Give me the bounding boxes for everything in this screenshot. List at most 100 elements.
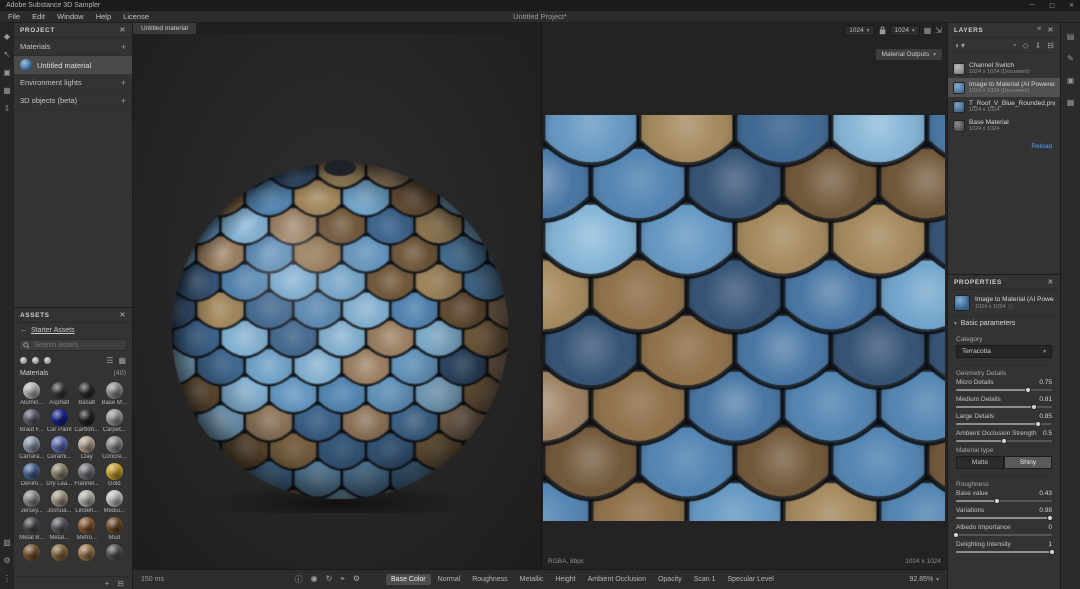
add-asset-icon[interactable]: + xyxy=(105,579,110,588)
viewport-settings-icon[interactable]: ⚙ xyxy=(353,574,360,585)
layers-close-icon[interactable]: ✕ xyxy=(1048,26,1054,34)
height-dropdown[interactable]: 1024▾ xyxy=(890,25,920,36)
asset-item-25[interactable] xyxy=(46,544,74,562)
delete-layer-icon[interactable]: ⊟ xyxy=(1047,41,1054,50)
layer-row-t-roof-v-blue-rounded-png[interactable]: T_Roof_V_Blue_Rounded.png1024 x 1024 xyxy=(948,97,1060,116)
assets-materials-section[interactable]: Materials (40) xyxy=(14,367,132,380)
menu-help[interactable]: Help xyxy=(96,12,111,21)
asset-basalt[interactable]: Basalt xyxy=(73,382,101,406)
slider-handle[interactable] xyxy=(1031,404,1037,410)
slider-track[interactable] xyxy=(956,440,1052,442)
asset-clay[interactable]: Clay xyxy=(73,436,101,460)
back-arrow-icon[interactable]: ← xyxy=(20,327,27,334)
more-icon[interactable]: ⋮ xyxy=(3,575,11,583)
asset-asphalt[interactable]: Asphalt xyxy=(46,382,74,406)
tab-untitled-material[interactable]: Untitled material xyxy=(133,23,196,34)
asset-metal-b[interactable]: Metal B... xyxy=(18,517,46,541)
channel-tab-base-color[interactable]: Base Color xyxy=(386,574,431,585)
zoom-level-dropdown[interactable]: 92.85% ▾ xyxy=(909,576,939,583)
material-outputs-dropdown[interactable]: Material Outputs ▾ xyxy=(876,49,942,60)
asset-denim[interactable]: Denim... xyxy=(18,463,46,487)
select-tool-icon[interactable]: ↖ xyxy=(4,51,11,59)
slider-handle[interactable] xyxy=(1035,421,1041,427)
asset-gold[interactable]: Gold xyxy=(101,463,129,487)
asset-alumin[interactable]: Alumin... xyxy=(18,382,46,406)
slider-track[interactable] xyxy=(956,389,1052,391)
slider-handle[interactable] xyxy=(1001,438,1007,444)
sampler-home-icon[interactable]: ◆ xyxy=(4,33,10,41)
channel-tab-roughness[interactable]: Roughness xyxy=(467,574,512,585)
menu-license[interactable]: License xyxy=(123,12,149,21)
basic-parameters-toggle[interactable]: ▾ Basic parameters xyxy=(948,316,1060,330)
asset-linden[interactable]: Linden... xyxy=(73,490,101,514)
slider-track[interactable] xyxy=(956,534,1052,536)
assets-close-icon[interactable]: ✕ xyxy=(120,311,126,319)
reload-link[interactable]: Reload xyxy=(948,135,1060,150)
material-type-matte[interactable]: Matte xyxy=(956,456,1004,469)
asset-item-26[interactable] xyxy=(73,544,101,562)
list-view-icon[interactable]: ☰ xyxy=(106,356,113,365)
layers-panel-icon[interactable]: ▣ xyxy=(1067,77,1075,85)
export-layer-icon[interactable]: ⇓ xyxy=(1035,41,1042,50)
slider-track[interactable] xyxy=(956,551,1052,553)
asset-mud[interactable]: Mud xyxy=(101,517,129,541)
slider-track[interactable] xyxy=(956,406,1052,408)
place-tool-icon[interactable]: ▣ xyxy=(3,69,11,77)
slider-handle[interactable] xyxy=(994,498,1000,504)
section-3d-objects[interactable]: 3D objects (beta) + xyxy=(14,92,132,110)
material-item-untitled[interactable]: Untitled material xyxy=(14,56,132,74)
tiling-view-icon[interactable]: ▦ xyxy=(924,26,932,35)
settings-icon[interactable]: ⚙ xyxy=(3,557,10,565)
asset-dry-lea[interactable]: Dry Lea... xyxy=(46,463,74,487)
layer-row-base-material[interactable]: Base Material1024 x 1024 xyxy=(948,116,1060,135)
focus-icon[interactable]: ⌖ xyxy=(340,574,345,585)
info-icon[interactable]: ⓘ xyxy=(295,574,303,585)
maximize-icon[interactable]: ▢ xyxy=(1049,2,1055,9)
asset-carbon[interactable]: Carbon... xyxy=(73,409,101,433)
delete-asset-icon[interactable]: ⊟ xyxy=(117,579,124,588)
info-icon[interactable]: ⓘ xyxy=(1008,303,1014,311)
menu-edit[interactable]: Edit xyxy=(32,12,45,21)
channel-tab-metallic[interactable]: Metallic xyxy=(515,574,549,585)
asset-metro[interactable]: Metro... xyxy=(73,517,101,541)
slider-track[interactable] xyxy=(956,500,1052,502)
asset-jersey[interactable]: Jersey... xyxy=(18,490,46,514)
grid-view-icon[interactable]: ▦ xyxy=(118,356,126,365)
add-3d-object-icon[interactable]: + xyxy=(121,96,126,106)
asset-cerami[interactable]: Cerami... xyxy=(46,436,74,460)
slider-handle[interactable] xyxy=(953,532,959,538)
section-materials[interactable]: Materials + xyxy=(14,38,132,56)
slider-track[interactable] xyxy=(956,517,1052,519)
starter-assets-link[interactable]: Starter Assets xyxy=(31,327,75,334)
category-dropdown[interactable]: Terracotta ▾ xyxy=(956,345,1052,358)
panel-menu-icon[interactable]: ≡ xyxy=(1037,26,1042,34)
asset-item-27[interactable] xyxy=(101,544,129,562)
slider-handle[interactable] xyxy=(1047,515,1053,521)
texture-2d-view[interactable] xyxy=(543,115,945,521)
add-environment-icon[interactable]: + xyxy=(121,78,126,88)
expand-view-icon[interactable]: ⇲ xyxy=(935,26,942,35)
menu-file[interactable]: File xyxy=(8,12,20,21)
asset-braid-f[interactable]: Braid F... xyxy=(18,409,46,433)
channel-tab-scan-1[interactable]: Scan 1 xyxy=(689,574,721,585)
viewport-3d[interactable]: Untitled material xyxy=(133,23,541,569)
search-input[interactable] xyxy=(19,339,127,351)
asset-mediu[interactable]: Mediu... xyxy=(101,490,129,514)
lock-ratio-icon[interactable] xyxy=(879,26,886,35)
channel-tab-opacity[interactable]: Opacity xyxy=(653,574,687,585)
material-type-shiny[interactable]: Shiny xyxy=(1004,456,1052,469)
opacity-icon[interactable]: ◔ xyxy=(1012,41,1017,50)
properties-close-icon[interactable]: ✕ xyxy=(1048,278,1054,286)
3d-sphere-preview[interactable] xyxy=(160,143,520,513)
asset-joshua[interactable]: Joshua... xyxy=(46,490,74,514)
asset-carpet[interactable]: Carpet... xyxy=(101,409,129,433)
display-options-icon[interactable]: ▤ xyxy=(1067,33,1075,41)
layer-row-image-to-material-ai-powered[interactable]: Image to Material (AI Powered)1024 x 102… xyxy=(948,78,1060,97)
plugins-icon[interactable]: ▧ xyxy=(3,539,11,547)
filter-materials-icon[interactable] xyxy=(20,357,27,364)
slider-track[interactable] xyxy=(956,423,1052,425)
channel-tab-specular-level[interactable]: Specular Level xyxy=(723,574,779,585)
viewport-2d[interactable]: 1024▾ 1024▾ ▦ ⇲ Material Outputs ▾ xyxy=(541,23,947,569)
add-material-icon[interactable]: + xyxy=(121,42,126,52)
menu-window[interactable]: Window xyxy=(57,12,84,21)
